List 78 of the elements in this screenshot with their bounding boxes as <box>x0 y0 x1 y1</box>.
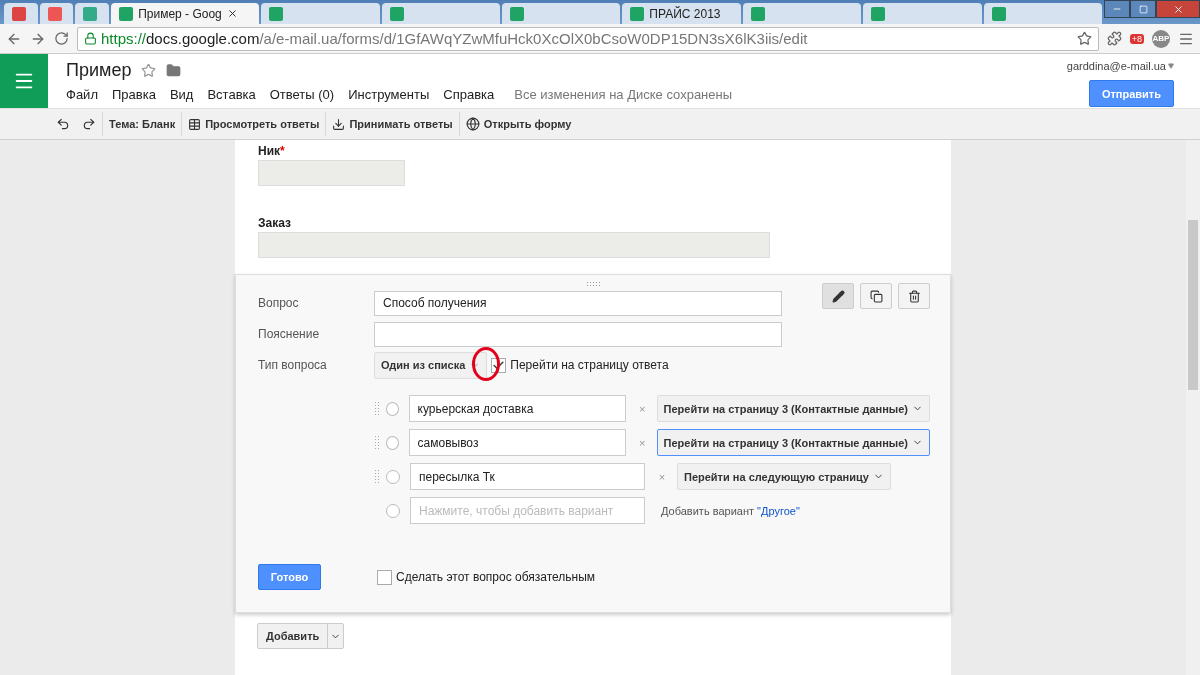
browser-tab[interactable] <box>261 3 380 24</box>
browser-tab[interactable] <box>501 3 621 24</box>
reload-icon[interactable] <box>54 31 69 46</box>
folder-icon[interactable] <box>166 63 182 78</box>
view-button[interactable]: Просмотреть ответы <box>182 111 326 137</box>
browser-tab[interactable] <box>39 3 74 24</box>
other-link[interactable]: "Другое" <box>757 504 800 517</box>
field-label: Пояснение <box>258 327 321 341</box>
question-field[interactable]: Способ получения <box>374 290 782 316</box>
copy-icon <box>869 289 883 303</box>
checkbox-label: Сделать этот вопрос обязательным <box>396 570 596 584</box>
theme-button[interactable]: Тема: Бланк <box>103 111 182 137</box>
edit-button[interactable] <box>822 283 854 309</box>
open-button[interactable]: Открыть форму <box>459 111 578 137</box>
input-field[interactable] <box>258 160 405 186</box>
download-icon <box>332 117 346 131</box>
menu-item[interactable]: Вставка <box>207 87 256 102</box>
browser-tab[interactable]: ПРАЙС 2013 <box>622 3 741 24</box>
url-text: https://docs.google.com/a/e-mail.ua/forms/d/1GfAWqYZwMfuHck0XcOlX0bCsoW0DP15DN3sX6lK3iis/edit <box>101 30 808 47</box>
extension-badge: +8 <box>1129 33 1144 44</box>
highlight-circle <box>472 347 500 381</box>
maximize-button[interactable] <box>1130 0 1156 18</box>
menu-item[interactable]: Файл <box>66 87 98 102</box>
field-label: Вопрос <box>258 296 300 310</box>
star-icon[interactable] <box>141 63 157 78</box>
caret-icon <box>1168 63 1174 69</box>
input-field[interactable] <box>258 232 770 258</box>
option-field[interactable]: пересылка Тк <box>410 463 645 490</box>
star-icon <box>1076 31 1092 46</box>
pencil-icon <box>831 289 845 303</box>
page-dropdown[interactable]: Перейти на страницу 3 (Контактные данные) <box>656 429 930 456</box>
trash-icon <box>907 289 921 303</box>
page-dropdown[interactable]: Перейти на следующую страницу <box>677 463 891 490</box>
field-label: Тип вопроса <box>258 358 328 372</box>
menu-item[interactable]: Правка <box>111 87 156 102</box>
new-option-field[interactable]: Нажмите, чтобы добавить вариант <box>410 497 645 524</box>
address-field[interactable]: https://docs.google.com/a/e-mail.ua/forms/d/1GfAWqYZwMfuHck0XcOlX0bCsoW0DP15DN3sX6lK3iis/edit <box>77 26 1099 51</box>
close-icon[interactable] <box>226 8 238 19</box>
page-dropdown[interactable]: Перейти на страницу 3 (Контактные данные) <box>656 395 930 422</box>
field-label: Ник* <box>258 144 286 158</box>
browser-tab[interactable]: Пример - Goog <box>111 3 260 24</box>
redo-icon <box>82 117 96 131</box>
scrollbar[interactable] <box>1186 140 1200 675</box>
save-status: Все изменения на Диске сохранены <box>514 87 733 102</box>
undo-icon <box>56 117 70 131</box>
table-icon <box>188 117 202 131</box>
option-field[interactable]: курьерская доставка <box>408 395 626 422</box>
browser-tab[interactable] <box>4 3 38 24</box>
checkbox[interactable] <box>377 569 392 585</box>
maximize-icon <box>1138 4 1148 14</box>
adblock-button[interactable]: ABP <box>1152 29 1170 48</box>
menu-item[interactable]: Справка <box>443 87 495 102</box>
browser-tab[interactable] <box>863 3 982 24</box>
app-launcher[interactable] <box>0 54 48 108</box>
option-field[interactable]: самовывоз <box>408 429 626 456</box>
field-label: Заказ <box>258 216 292 230</box>
close-icon <box>1172 3 1184 15</box>
extension-icon[interactable] <box>1106 31 1122 46</box>
browser-tab[interactable] <box>75 3 110 24</box>
add-button[interactable]: Добавить <box>257 623 345 649</box>
accept-button[interactable]: Принимать ответы <box>326 111 459 137</box>
duplicate-button[interactable] <box>860 283 892 309</box>
browser-tab[interactable] <box>381 3 500 24</box>
lock-icon <box>84 32 97 45</box>
menu-item[interactable]: Инструменты <box>348 87 430 102</box>
add-other-text: Добавить вариант "Другое" <box>661 504 800 517</box>
question-type-dropdown[interactable]: Один из списка <box>374 351 488 379</box>
minimize-button[interactable] <box>1104 0 1130 18</box>
delete-button[interactable] <box>898 283 930 309</box>
hint-field[interactable] <box>374 321 782 347</box>
menu-item[interactable]: Вид <box>169 87 194 102</box>
document-title[interactable]: Пример <box>66 60 132 81</box>
checkbox-label: Перейти на страницу ответа <box>510 358 669 372</box>
account-menu[interactable]: garddina@e-mail.ua <box>1066 60 1174 72</box>
browser-tab[interactable] <box>742 3 862 24</box>
browser-tab[interactable] <box>983 3 1102 24</box>
globe-icon <box>465 117 480 131</box>
menu-item[interactable]: Ответы (0) <box>269 87 335 102</box>
